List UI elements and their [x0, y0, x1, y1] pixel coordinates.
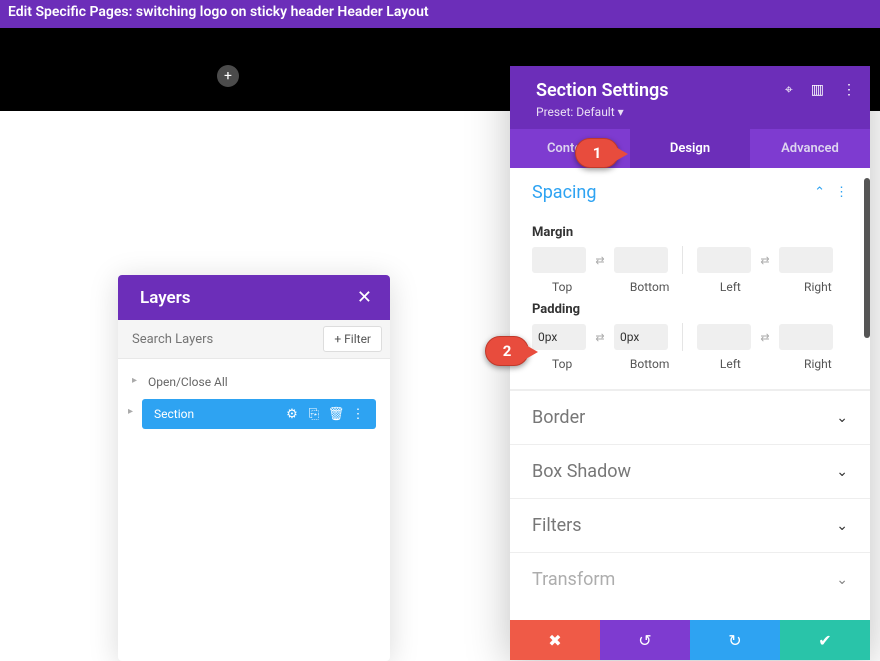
layers-body: Open/Close All Section ⚙ ⎘ 🗑 ⋮ — [118, 359, 390, 661]
settings-scrollbar[interactable] — [864, 178, 870, 338]
margin-label: Margin — [532, 225, 848, 240]
redo-icon: ↻ — [728, 631, 741, 650]
settings-tabs: Content Design Advanced — [510, 129, 870, 168]
layer-settings-icon[interactable]: ⚙ — [284, 406, 300, 422]
margin-top-caption: Top — [532, 280, 592, 294]
padding-right-caption: Right — [788, 357, 848, 371]
tab-design[interactable]: Design — [630, 129, 750, 168]
chevron-down-icon: ⌄ — [836, 518, 848, 534]
page-title: Edit Specific Pages: switching logo on s… — [8, 4, 429, 20]
cancel-button[interactable]: ✖ — [510, 620, 600, 660]
layer-delete-icon[interactable]: 🗑 — [328, 406, 344, 422]
chevron-down-icon: ⌄ — [836, 464, 848, 480]
border-title: Border — [532, 407, 585, 428]
tab-advanced[interactable]: Advanced — [750, 129, 870, 168]
layer-duplicate-icon[interactable]: ⎘ — [306, 406, 322, 422]
layers-open-close-all[interactable]: Open/Close All — [132, 369, 376, 399]
layer-row-section[interactable]: Section ⚙ ⎘ 🗑 ⋮ — [142, 399, 376, 429]
padding-row: ⇄ ⇄ — [532, 323, 848, 351]
layers-search-row: + Filter — [118, 320, 390, 359]
transform-accordion-head[interactable]: Transform ⌄ — [510, 553, 870, 594]
layers-title: Layers — [140, 288, 191, 308]
padding-left-input[interactable] — [697, 324, 751, 350]
margin-right-input[interactable] — [779, 247, 833, 273]
margin-tb-link-icon[interactable]: ⇄ — [590, 250, 610, 270]
padding-lr-link-icon[interactable]: ⇄ — [755, 327, 775, 347]
settings-body: Spacing ⌃ ⋮ Margin ⇄ ⇄ — [510, 168, 870, 660]
padding-tb-link-icon[interactable]: ⇄ — [590, 327, 610, 347]
chevron-down-icon: ⌄ — [836, 572, 848, 588]
annotation-callout-1: 1 — [575, 138, 619, 168]
border-accordion-head[interactable]: Border ⌄ — [510, 391, 870, 444]
layers-header: Layers ✕ — [118, 275, 390, 320]
undo-button[interactable]: ↺ — [600, 620, 690, 660]
margin-bottom-input[interactable] — [614, 247, 668, 273]
padding-top-input[interactable] — [532, 324, 586, 350]
filters-title: Filters — [532, 515, 582, 536]
padding-divider — [682, 323, 683, 351]
settings-action-bar: ✖ ↺ ↻ ✔ — [510, 620, 870, 660]
section-settings-panel: Section Settings Preset: Default ▾ ⌖ ▥ ⋮… — [510, 66, 870, 660]
spacing-accordion-head[interactable]: Spacing ⌃ ⋮ — [510, 168, 870, 217]
columns-icon[interactable]: ▥ — [811, 82, 824, 98]
redo-button[interactable]: ↻ — [690, 620, 780, 660]
margin-top-input[interactable] — [532, 247, 586, 273]
padding-bottom-caption: Bottom — [620, 357, 680, 371]
add-section-button[interactable]: + — [217, 65, 239, 87]
margin-bottom-caption: Bottom — [620, 280, 680, 294]
margin-row: ⇄ ⇄ — [532, 246, 848, 274]
spacing-caret-icon: ⌃ — [814, 185, 825, 200]
margin-divider — [682, 246, 683, 274]
boxshadow-accordion-head[interactable]: Box Shadow ⌄ — [510, 445, 870, 498]
annotation-callout-2: 2 — [485, 336, 529, 366]
page-title-bar: Edit Specific Pages: switching logo on s… — [0, 0, 880, 28]
settings-more-icon[interactable]: ⋮ — [842, 82, 856, 98]
responsive-icon[interactable]: ⌖ — [785, 82, 793, 98]
margin-left-caption: Left — [700, 280, 760, 294]
padding-bottom-input[interactable] — [614, 324, 668, 350]
layers-filter-button[interactable]: + Filter — [323, 326, 382, 352]
settings-header: Section Settings Preset: Default ▾ ⌖ ▥ ⋮ — [510, 66, 870, 129]
padding-label: Padding — [532, 302, 848, 317]
spacing-body: Margin ⇄ ⇄ Top — [510, 225, 870, 389]
settings-preset[interactable]: Preset: Default ▾ — [536, 105, 852, 119]
layer-more-icon[interactable]: ⋮ — [350, 406, 366, 422]
layer-row-label: Section — [154, 407, 194, 421]
spacing-more-icon[interactable]: ⋮ — [835, 185, 848, 200]
layers-panel: Layers ✕ + Filter Open/Close All Section… — [118, 275, 390, 661]
layers-search-input[interactable] — [118, 322, 323, 357]
padding-top-caption: Top — [532, 357, 592, 371]
boxshadow-title: Box Shadow — [532, 461, 631, 482]
margin-left-input[interactable] — [697, 247, 751, 273]
chevron-down-icon: ⌄ — [836, 410, 848, 426]
close-icon: ✖ — [548, 631, 561, 650]
transform-title: Transform — [532, 569, 615, 590]
padding-right-input[interactable] — [779, 324, 833, 350]
layers-close-button[interactable]: ✕ — [357, 287, 372, 308]
save-button[interactable]: ✔ — [780, 620, 870, 660]
filters-accordion-head[interactable]: Filters ⌄ — [510, 499, 870, 552]
margin-lr-link-icon[interactable]: ⇄ — [755, 250, 775, 270]
padding-left-caption: Left — [700, 357, 760, 371]
plus-icon: + — [224, 68, 232, 84]
spacing-title: Spacing — [532, 182, 596, 203]
undo-icon: ↺ — [638, 631, 651, 650]
check-icon: ✔ — [818, 631, 831, 650]
margin-right-caption: Right — [788, 280, 848, 294]
